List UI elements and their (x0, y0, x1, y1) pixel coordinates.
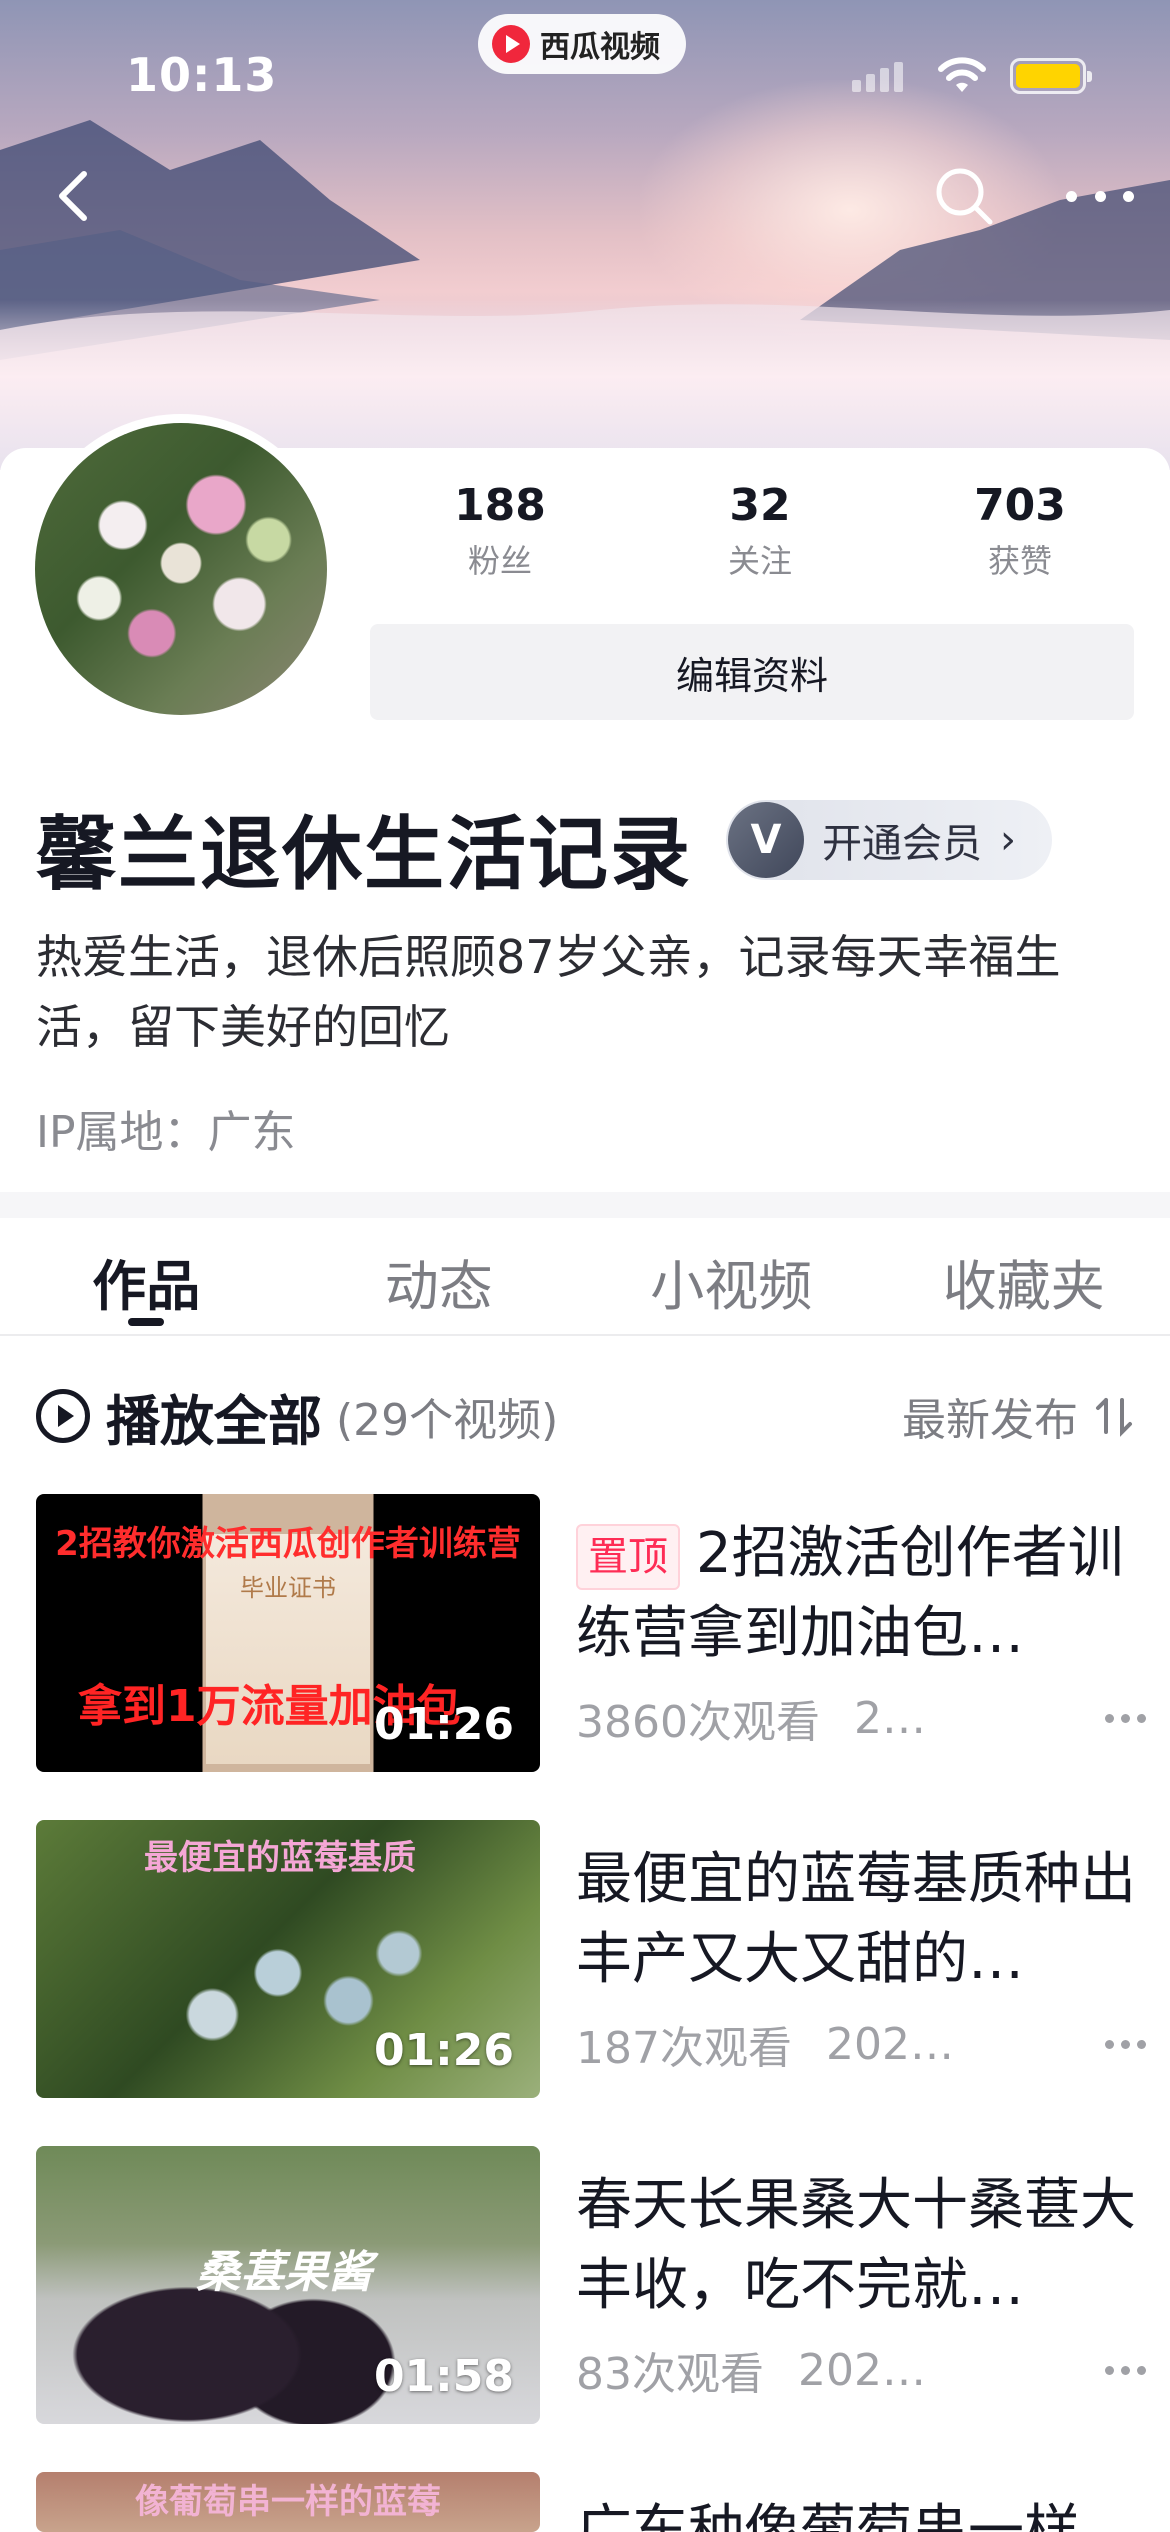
video-item[interactable]: 像葡萄串一样的蓝莓 广东种像葡萄串一样… (36, 2472, 1136, 2532)
stat-following[interactable]: 32 关注 (630, 478, 890, 588)
wifi-icon (938, 57, 986, 92)
stat-value: 703 (974, 480, 1066, 531)
tab-dynamics[interactable]: 动态 (293, 1218, 586, 1334)
video-info: 最便宜的蓝莓基质种出丰产又大又甜的… 187次观看 202… (576, 1840, 1146, 2076)
xigua-logo-icon (492, 25, 530, 63)
status-bar: 10:13 西瓜视频 (0, 0, 1170, 150)
clock: 10:13 (126, 48, 278, 102)
stat-followers[interactable]: 188 粉丝 (370, 478, 630, 588)
search-icon[interactable] (928, 160, 1000, 232)
play-circle-icon[interactable] (36, 1389, 90, 1443)
video-thumbnail[interactable]: 桑葚果酱 01:58 (36, 2146, 540, 2424)
sort-button[interactable]: 最新发布 (902, 1384, 1136, 1448)
view-count: 3860次观看 (576, 1697, 820, 1748)
tab-works[interactable]: 作品 (0, 1218, 293, 1334)
tab-short-videos[interactable]: 小视频 (585, 1218, 878, 1334)
more-dots-icon[interactable] (1105, 2039, 1146, 2049)
play-all-button[interactable]: 播放全部 (106, 1377, 322, 1456)
stat-value: 32 (729, 480, 791, 531)
video-title: 最便宜的蓝莓基质种出丰产又大又甜的… (576, 1847, 1136, 1992)
thumbnail-caption: 毕业证书 (240, 1574, 336, 1602)
video-count: (29个视频) (336, 1395, 559, 1446)
cellular-signal-icon (852, 62, 903, 92)
stat-label: 粉丝 (467, 542, 532, 580)
more-dots-icon[interactable] (1105, 2365, 1146, 2375)
video-item[interactable]: 2招教你激活西瓜创作者训练营 毕业证书 拿到1万流量加油包 01:26 置顶 2招… (36, 1494, 1146, 1772)
source-app-name: 西瓜视频 (540, 30, 660, 65)
ip-location: IP属地：广东 (36, 1107, 296, 1158)
publish-date: 202… (798, 2344, 926, 2396)
video-title: 置顶 2招激活创作者训练营拿到加油包… (576, 1514, 1146, 1674)
video-info: 广东种像葡萄串一样… (576, 2492, 1146, 2532)
thumbnail-caption: 2招教你激活西瓜创作者训练营 (55, 1524, 521, 1564)
video-duration: 01:26 (373, 1699, 514, 1750)
video-title: 广东种像葡萄串一样… (576, 2499, 1136, 2532)
thumbnail-caption: 最便宜的蓝莓基质 (144, 1838, 416, 1878)
section-divider (0, 1192, 1170, 1218)
edit-profile-button[interactable]: 编辑资料 (370, 624, 1134, 720)
battery-icon (1010, 58, 1092, 94)
sort-label: 最新发布 (902, 1395, 1078, 1446)
vip-membership-button[interactable]: V 开通会员 › (726, 800, 1052, 880)
video-info: 置顶 2招激活创作者训练营拿到加油包… 3860次观看 2… (576, 1514, 1146, 1750)
more-dots-icon[interactable] (1066, 172, 1134, 220)
vip-label: 开通会员 (822, 821, 982, 867)
publish-date: 2… (853, 1692, 926, 1744)
publish-date: 202… (825, 2018, 954, 2070)
thumbnail-caption: 像葡萄串一样的蓝莓 (135, 2482, 441, 2522)
avatar[interactable] (26, 414, 336, 724)
video-item[interactable]: 最便宜的蓝莓基质 01:26 最便宜的蓝莓基质种出丰产又大又甜的… 187次观看… (36, 1820, 1146, 2098)
back-chevron-icon[interactable] (44, 160, 104, 232)
video-meta: 187次观看 202… (576, 2012, 1146, 2076)
source-app-badge[interactable]: 西瓜视频 (478, 14, 686, 74)
view-count: 83次观看 (576, 2349, 764, 2400)
sort-order-icon (1096, 1398, 1132, 1437)
video-info: 春天长果桑大十桑葚大丰收，吃不完就… 83次观看 202… (576, 2166, 1146, 2402)
pinned-badge: 置顶 (576, 1523, 680, 1590)
video-thumbnail[interactable]: 2招教你激活西瓜创作者训练营 毕业证书 拿到1万流量加油包 01:26 (36, 1494, 540, 1772)
content-tabs: 作品 动态 小视频 收藏夹 (0, 1218, 1170, 1336)
video-item[interactable]: 桑葚果酱 01:58 春天长果桑大十桑葚大丰收，吃不完就… 83次观看 202… (36, 2146, 1146, 2424)
list-header: 播放全部 (29个视频) 最新发布 (36, 1376, 1136, 1456)
stat-value: 188 (454, 480, 546, 531)
video-duration: 01:26 (373, 2025, 514, 2076)
profile-bio: 热爱生活，退休后照顾87岁父亲，记录每天幸福生活，留下美好的回忆 (36, 930, 1061, 1054)
stat-label: 获赞 (987, 542, 1052, 580)
thumbnail-caption: 桑葚果酱 (196, 2247, 372, 2298)
tab-favorites[interactable]: 收藏夹 (878, 1218, 1170, 1334)
video-duration: 01:58 (373, 2351, 514, 2402)
username: 馨兰退休生活记录 (36, 808, 692, 901)
video-thumbnail[interactable]: 像葡萄串一样的蓝莓 (36, 2472, 540, 2532)
video-meta: 83次观看 202… (576, 2338, 1146, 2402)
vip-badge-icon: V (728, 802, 804, 878)
video-title: 春天长果桑大十桑葚大丰收，吃不完就… (576, 2173, 1136, 2318)
more-dots-icon[interactable] (1105, 1713, 1146, 1723)
view-count: 187次观看 (576, 2023, 792, 2074)
profile-stats: 188 粉丝 32 关注 703 获赞 (370, 478, 1150, 588)
stat-likes[interactable]: 703 获赞 (890, 478, 1150, 588)
avatar-flowers-image (35, 423, 327, 715)
video-thumbnail[interactable]: 最便宜的蓝莓基质 01:26 (36, 1820, 540, 2098)
video-meta: 3860次观看 2… (576, 1686, 1146, 1750)
stat-label: 关注 (727, 542, 792, 580)
chevron-right-icon: › (1000, 817, 1016, 863)
